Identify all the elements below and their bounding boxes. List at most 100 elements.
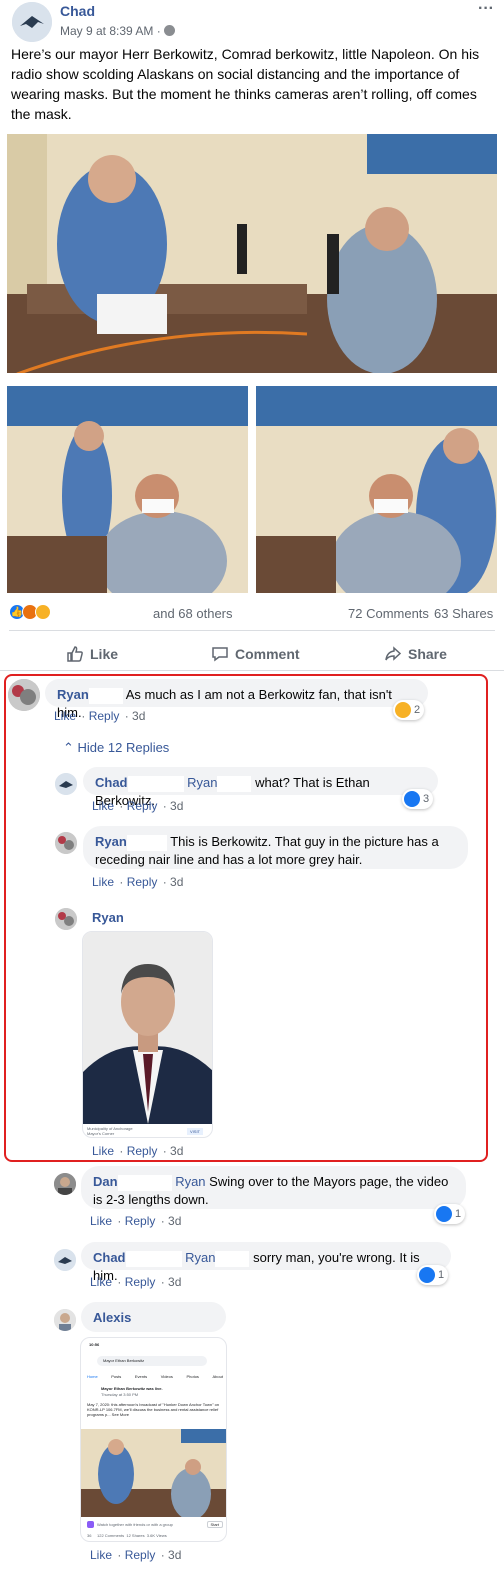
reply-author[interactable]: Chad	[93, 1250, 126, 1265]
post-author-avatar[interactable]	[12, 2, 52, 42]
reply-avatar[interactable]	[55, 773, 77, 795]
reply-screenshot[interactable]: 10:56 Mayor Ethan Berkowitz Home Posts E…	[80, 1337, 227, 1542]
comments-count[interactable]: 72 Comments	[348, 606, 429, 621]
reply-meta: Like · Reply · 3d	[90, 1548, 182, 1562]
reactions-count[interactable]: and 68 others	[153, 606, 233, 621]
post-timestamp[interactable]: May 9 at 8:39 AM ·	[60, 24, 176, 38]
reply-bubble: Chad Ryan what? That is Ethan Berkowitz.	[83, 767, 438, 808]
reply-author[interactable]: Chad	[95, 775, 128, 790]
reply-photo[interactable]: Municipality of Anchorage Mayor's Corner…	[82, 931, 213, 1138]
comment-icon	[212, 647, 228, 662]
mention-link[interactable]: Ryan	[187, 775, 217, 790]
reply-age[interactable]: 3d	[170, 875, 183, 889]
reply-avatar[interactable]	[55, 908, 77, 930]
phone-tab[interactable]: Posts	[111, 1374, 121, 1379]
redaction	[126, 834, 167, 851]
reply-avatar[interactable]	[54, 1173, 76, 1195]
reply-age[interactable]: 3d	[168, 1548, 181, 1562]
like-reaction-icon	[404, 791, 420, 807]
reply-reactions[interactable]: 3	[402, 789, 434, 809]
like-reaction-icon	[436, 1206, 452, 1222]
share-button[interactable]: Share	[384, 645, 447, 663]
reply-age[interactable]: 3d	[168, 1214, 181, 1228]
reply-avatar[interactable]	[54, 1249, 76, 1271]
shares-count[interactable]: 63 Shares	[434, 606, 493, 621]
more-options-icon[interactable]: ···	[478, 0, 494, 18]
reply-meta: Like · Reply · 3d	[92, 875, 184, 889]
reply-meta: Like · Reply · 3d	[90, 1214, 182, 1228]
reply-avatar[interactable]	[54, 1309, 76, 1331]
visit-button[interactable]: VISIT	[187, 1128, 204, 1135]
reaction-count: 3	[423, 793, 430, 805]
phone-video[interactable]	[81, 1429, 226, 1520]
phone-tab[interactable]: About	[213, 1374, 223, 1379]
reply-like-link[interactable]: Like	[90, 1214, 112, 1228]
post-photo-main[interactable]	[7, 134, 497, 373]
redaction	[125, 1250, 182, 1267]
comment-age[interactable]: 3d	[132, 709, 145, 723]
mention-link[interactable]: Ryan	[185, 1250, 215, 1265]
start-button[interactable]: Start	[206, 1521, 223, 1528]
share-icon	[385, 646, 402, 661]
comment-button-label: Comment	[235, 646, 300, 662]
reply-meta: Like · Reply · 3d	[92, 1144, 184, 1158]
reply-author[interactable]: Ryan	[92, 910, 124, 925]
phone-post-date: Thursday at 3:50 PM	[101, 1392, 139, 1397]
reaction-icons[interactable]: 👍	[9, 604, 51, 620]
hide-replies-link[interactable]: ⌃ Hide 12 Replies	[63, 740, 169, 756]
comment-reply-link[interactable]: Reply	[89, 709, 120, 723]
mention-link[interactable]: Ryan	[175, 1174, 205, 1189]
reply-reactions[interactable]: 1	[434, 1204, 466, 1224]
redaction	[127, 775, 184, 792]
phone-stats: 36 122 Comments 12 Shares 3.6K Views	[87, 1533, 167, 1538]
post-timestamp-text: May 9 at 8:39 AM	[60, 24, 154, 38]
post-photo-right[interactable]	[256, 386, 497, 593]
photo-caption: Municipality of Anchorage Mayor's Corner	[87, 1126, 133, 1136]
phone-tab[interactable]: Events	[135, 1374, 147, 1379]
reply-reply-link[interactable]: Reply	[127, 799, 158, 813]
reply-age[interactable]: 3d	[170, 799, 183, 813]
phone-tab[interactable]: Photos	[186, 1374, 198, 1379]
reply-reply-link[interactable]: Reply	[125, 1275, 156, 1289]
reply-author[interactable]: Ryan	[95, 834, 127, 849]
phone-watch-row: Watch together with friends or with a gr…	[87, 1521, 223, 1528]
reply-like-link[interactable]: Like	[90, 1275, 112, 1289]
reply-like-link[interactable]: Like	[92, 875, 114, 889]
comment-bubble: Ryan As much as I am not a Berkowitz fan…	[45, 679, 428, 720]
reply-reply-link[interactable]: Reply	[127, 1144, 158, 1158]
comment-like-link[interactable]: Like	[54, 709, 76, 723]
post-author-name[interactable]: Chad	[60, 3, 95, 19]
haha-reaction-icon	[35, 604, 51, 620]
reply-reply-link[interactable]: Reply	[125, 1214, 156, 1228]
reply-reply-link[interactable]: Reply	[125, 1548, 156, 1562]
reply-age[interactable]: 3d	[170, 1144, 183, 1158]
reply-age[interactable]: 3d	[168, 1275, 181, 1289]
phone-post-body: May 7, 2020: this afternoon's broadcast …	[87, 1402, 220, 1417]
post-photo-left[interactable]	[7, 386, 248, 593]
watch-party-icon	[87, 1521, 94, 1528]
post-text: Here’s our mayor Herr Berkowitz, Comrad …	[11, 46, 480, 122]
reply-bubble: Dan Ryan Swing over to the Mayors page, …	[81, 1166, 466, 1209]
reply-reactions[interactable]: 1	[417, 1265, 449, 1285]
reaction-count: 2	[414, 704, 421, 716]
reply-bubble: Ryan This is Berkowitz. That guy in the …	[83, 826, 468, 869]
divider	[0, 670, 504, 671]
comment-avatar[interactable]	[8, 679, 40, 711]
comment-reactions[interactable]: 2	[393, 700, 425, 720]
reply-reply-link[interactable]: Reply	[127, 875, 158, 889]
phone-tab[interactable]: Home	[87, 1374, 98, 1379]
like-button[interactable]: Like	[66, 645, 118, 663]
reply-like-link[interactable]: Like	[90, 1548, 112, 1562]
caption-line-2: Mayor's Corner	[87, 1131, 115, 1136]
reaction-count: 1	[438, 1269, 445, 1281]
phone-tab[interactable]: Videos	[161, 1374, 173, 1379]
reply-like-link[interactable]: Like	[92, 799, 114, 813]
comment-author[interactable]: Ryan	[57, 687, 89, 702]
reply-like-link[interactable]: Like	[92, 1144, 114, 1158]
like-button-label: Like	[90, 646, 119, 662]
comment-button[interactable]: Comment	[211, 645, 300, 663]
phone-search-bar[interactable]: Mayor Ethan Berkowitz	[97, 1356, 207, 1366]
reply-author[interactable]: Alexis	[93, 1310, 131, 1325]
reply-avatar[interactable]	[55, 832, 77, 854]
reply-author[interactable]: Dan	[93, 1174, 118, 1189]
